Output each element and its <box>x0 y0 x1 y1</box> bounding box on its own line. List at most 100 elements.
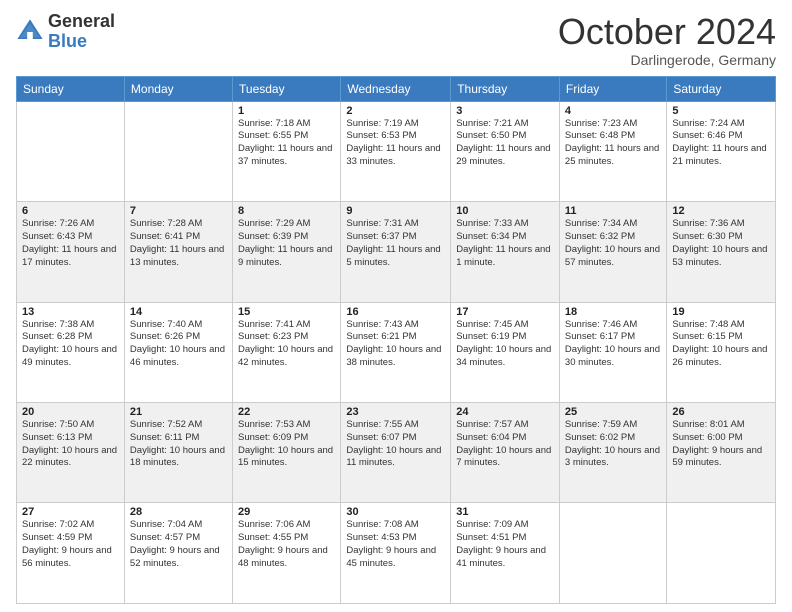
page: General Blue October 2024 Darlingerode, … <box>0 0 792 612</box>
day-detail: Sunrise: 7:08 AM Sunset: 4:53 PM Dayligh… <box>346 519 445 570</box>
calendar-cell: 16Sunrise: 7:43 AM Sunset: 6:21 PM Dayli… <box>341 302 451 402</box>
col-sunday: Sunday <box>17 76 125 101</box>
day-detail: Sunrise: 7:50 AM Sunset: 6:13 PM Dayligh… <box>22 419 119 470</box>
calendar-week-2: 6Sunrise: 7:26 AM Sunset: 6:43 PM Daylig… <box>17 202 776 302</box>
logo-blue: Blue <box>48 32 115 52</box>
location: Darlingerode, Germany <box>558 52 776 68</box>
calendar-cell: 21Sunrise: 7:52 AM Sunset: 6:11 PM Dayli… <box>124 403 232 503</box>
calendar-cell: 27Sunrise: 7:02 AM Sunset: 4:59 PM Dayli… <box>17 503 125 604</box>
day-detail: Sunrise: 7:19 AM Sunset: 6:53 PM Dayligh… <box>346 118 445 169</box>
calendar-cell: 9Sunrise: 7:31 AM Sunset: 6:37 PM Daylig… <box>341 202 451 302</box>
day-number: 4 <box>565 105 661 117</box>
day-detail: Sunrise: 7:18 AM Sunset: 6:55 PM Dayligh… <box>238 118 335 169</box>
calendar-cell: 1Sunrise: 7:18 AM Sunset: 6:55 PM Daylig… <box>233 101 341 201</box>
day-detail: Sunrise: 7:26 AM Sunset: 6:43 PM Dayligh… <box>22 218 119 269</box>
calendar-cell: 5Sunrise: 7:24 AM Sunset: 6:46 PM Daylig… <box>667 101 776 201</box>
day-number: 24 <box>456 406 554 418</box>
day-number: 12 <box>672 205 770 217</box>
calendar-cell: 29Sunrise: 7:06 AM Sunset: 4:55 PM Dayli… <box>233 503 341 604</box>
day-number: 5 <box>672 105 770 117</box>
day-detail: Sunrise: 7:31 AM Sunset: 6:37 PM Dayligh… <box>346 218 445 269</box>
day-number: 8 <box>238 205 335 217</box>
day-detail: Sunrise: 7:59 AM Sunset: 6:02 PM Dayligh… <box>565 419 661 470</box>
day-number: 13 <box>22 306 119 318</box>
calendar-cell: 12Sunrise: 7:36 AM Sunset: 6:30 PM Dayli… <box>667 202 776 302</box>
day-detail: Sunrise: 7:43 AM Sunset: 6:21 PM Dayligh… <box>346 319 445 370</box>
day-detail: Sunrise: 7:21 AM Sunset: 6:50 PM Dayligh… <box>456 118 554 169</box>
day-detail: Sunrise: 7:52 AM Sunset: 6:11 PM Dayligh… <box>130 419 227 470</box>
day-number: 6 <box>22 205 119 217</box>
calendar-cell: 25Sunrise: 7:59 AM Sunset: 6:02 PM Dayli… <box>559 403 666 503</box>
day-number: 23 <box>346 406 445 418</box>
calendar-cell: 18Sunrise: 7:46 AM Sunset: 6:17 PM Dayli… <box>559 302 666 402</box>
day-number: 30 <box>346 506 445 518</box>
calendar-cell: 19Sunrise: 7:48 AM Sunset: 6:15 PM Dayli… <box>667 302 776 402</box>
day-detail: Sunrise: 7:04 AM Sunset: 4:57 PM Dayligh… <box>130 519 227 570</box>
calendar-cell <box>17 101 125 201</box>
day-detail: Sunrise: 7:46 AM Sunset: 6:17 PM Dayligh… <box>565 319 661 370</box>
month-title: October 2024 <box>558 12 776 52</box>
day-detail: Sunrise: 7:33 AM Sunset: 6:34 PM Dayligh… <box>456 218 554 269</box>
day-detail: Sunrise: 7:28 AM Sunset: 6:41 PM Dayligh… <box>130 218 227 269</box>
calendar-cell: 8Sunrise: 7:29 AM Sunset: 6:39 PM Daylig… <box>233 202 341 302</box>
calendar-cell: 28Sunrise: 7:04 AM Sunset: 4:57 PM Dayli… <box>124 503 232 604</box>
day-number: 26 <box>672 406 770 418</box>
day-detail: Sunrise: 7:48 AM Sunset: 6:15 PM Dayligh… <box>672 319 770 370</box>
day-number: 27 <box>22 506 119 518</box>
calendar-week-5: 27Sunrise: 7:02 AM Sunset: 4:59 PM Dayli… <box>17 503 776 604</box>
calendar-cell: 2Sunrise: 7:19 AM Sunset: 6:53 PM Daylig… <box>341 101 451 201</box>
col-friday: Friday <box>559 76 666 101</box>
day-number: 10 <box>456 205 554 217</box>
header-row: Sunday Monday Tuesday Wednesday Thursday… <box>17 76 776 101</box>
day-number: 19 <box>672 306 770 318</box>
day-number: 29 <box>238 506 335 518</box>
calendar-cell: 31Sunrise: 7:09 AM Sunset: 4:51 PM Dayli… <box>451 503 560 604</box>
calendar-week-3: 13Sunrise: 7:38 AM Sunset: 6:28 PM Dayli… <box>17 302 776 402</box>
day-detail: Sunrise: 7:34 AM Sunset: 6:32 PM Dayligh… <box>565 218 661 269</box>
calendar-cell <box>667 503 776 604</box>
col-tuesday: Tuesday <box>233 76 341 101</box>
header: General Blue October 2024 Darlingerode, … <box>16 12 776 68</box>
day-number: 18 <box>565 306 661 318</box>
day-detail: Sunrise: 7:41 AM Sunset: 6:23 PM Dayligh… <box>238 319 335 370</box>
calendar-cell <box>559 503 666 604</box>
day-detail: Sunrise: 7:29 AM Sunset: 6:39 PM Dayligh… <box>238 218 335 269</box>
day-number: 20 <box>22 406 119 418</box>
title-block: October 2024 Darlingerode, Germany <box>558 12 776 68</box>
calendar-cell: 4Sunrise: 7:23 AM Sunset: 6:48 PM Daylig… <box>559 101 666 201</box>
day-number: 1 <box>238 105 335 117</box>
calendar-cell: 10Sunrise: 7:33 AM Sunset: 6:34 PM Dayli… <box>451 202 560 302</box>
calendar-cell: 26Sunrise: 8:01 AM Sunset: 6:00 PM Dayli… <box>667 403 776 503</box>
calendar-cell: 20Sunrise: 7:50 AM Sunset: 6:13 PM Dayli… <box>17 403 125 503</box>
day-number: 17 <box>456 306 554 318</box>
day-number: 16 <box>346 306 445 318</box>
day-detail: Sunrise: 7:06 AM Sunset: 4:55 PM Dayligh… <box>238 519 335 570</box>
day-detail: Sunrise: 7:53 AM Sunset: 6:09 PM Dayligh… <box>238 419 335 470</box>
calendar-cell: 24Sunrise: 7:57 AM Sunset: 6:04 PM Dayli… <box>451 403 560 503</box>
logo-text: General Blue <box>48 12 115 52</box>
day-detail: Sunrise: 7:55 AM Sunset: 6:07 PM Dayligh… <box>346 419 445 470</box>
calendar-cell: 23Sunrise: 7:55 AM Sunset: 6:07 PM Dayli… <box>341 403 451 503</box>
calendar-cell: 13Sunrise: 7:38 AM Sunset: 6:28 PM Dayli… <box>17 302 125 402</box>
calendar-cell: 22Sunrise: 7:53 AM Sunset: 6:09 PM Dayli… <box>233 403 341 503</box>
logo: General Blue <box>16 12 115 52</box>
calendar-week-4: 20Sunrise: 7:50 AM Sunset: 6:13 PM Dayli… <box>17 403 776 503</box>
calendar-cell: 7Sunrise: 7:28 AM Sunset: 6:41 PM Daylig… <box>124 202 232 302</box>
day-detail: Sunrise: 7:40 AM Sunset: 6:26 PM Dayligh… <box>130 319 227 370</box>
day-detail: Sunrise: 8:01 AM Sunset: 6:00 PM Dayligh… <box>672 419 770 470</box>
day-number: 7 <box>130 205 227 217</box>
day-number: 31 <box>456 506 554 518</box>
day-number: 28 <box>130 506 227 518</box>
calendar-cell: 3Sunrise: 7:21 AM Sunset: 6:50 PM Daylig… <box>451 101 560 201</box>
day-number: 2 <box>346 105 445 117</box>
calendar-cell: 14Sunrise: 7:40 AM Sunset: 6:26 PM Dayli… <box>124 302 232 402</box>
day-detail: Sunrise: 7:38 AM Sunset: 6:28 PM Dayligh… <box>22 319 119 370</box>
day-detail: Sunrise: 7:09 AM Sunset: 4:51 PM Dayligh… <box>456 519 554 570</box>
day-number: 9 <box>346 205 445 217</box>
calendar-cell: 17Sunrise: 7:45 AM Sunset: 6:19 PM Dayli… <box>451 302 560 402</box>
day-detail: Sunrise: 7:24 AM Sunset: 6:46 PM Dayligh… <box>672 118 770 169</box>
logo-general: General <box>48 12 115 32</box>
day-detail: Sunrise: 7:23 AM Sunset: 6:48 PM Dayligh… <box>565 118 661 169</box>
calendar-week-1: 1Sunrise: 7:18 AM Sunset: 6:55 PM Daylig… <box>17 101 776 201</box>
calendar-cell: 6Sunrise: 7:26 AM Sunset: 6:43 PM Daylig… <box>17 202 125 302</box>
